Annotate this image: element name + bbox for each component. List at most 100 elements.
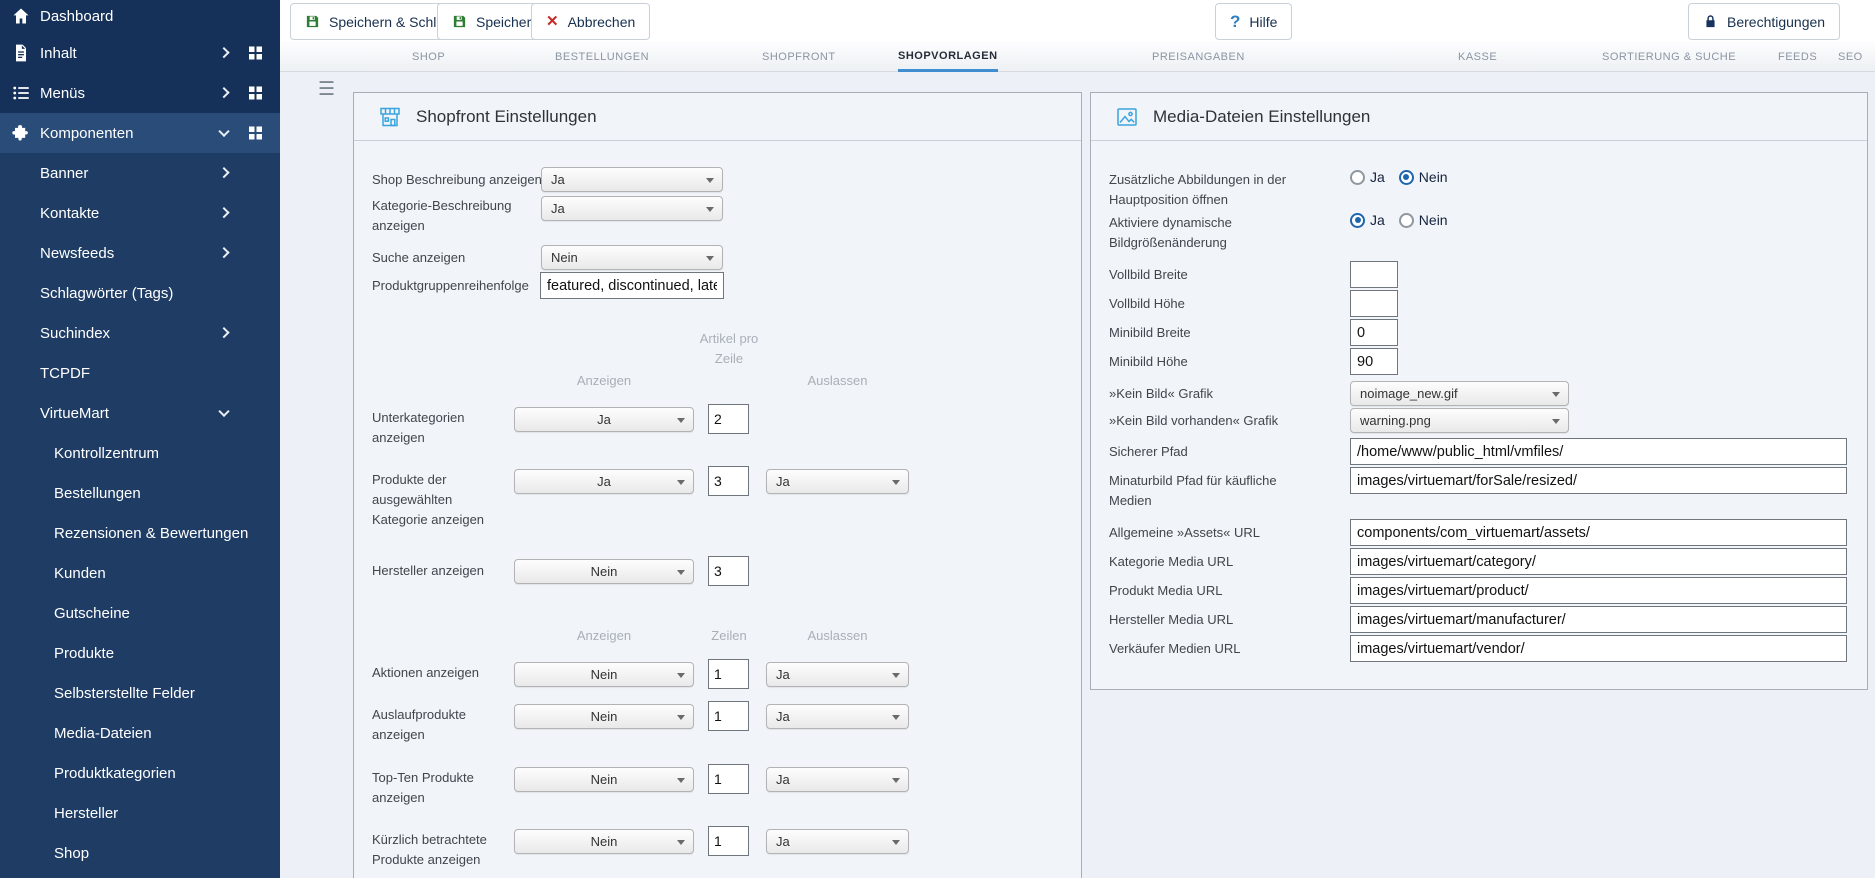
sidebar-item-schlagwoerter[interactable]: Schlagwörter (Tags) (0, 273, 280, 313)
radio-selected-icon (1399, 170, 1414, 185)
shop-desc-select[interactable]: Ja (541, 167, 723, 192)
sidebar-item-banner[interactable]: Banner (0, 153, 280, 193)
product-media-url-input[interactable] (1350, 577, 1847, 604)
select-arrow-icon (892, 673, 900, 678)
sidebar-item-inhalt[interactable]: Inhalt (0, 33, 280, 73)
forsale-thumb-path-input[interactable] (1350, 467, 1847, 494)
category-products-omit-select[interactable]: Ja (766, 469, 909, 494)
recent-omit-select[interactable]: Ja (766, 829, 909, 854)
tab-kasse[interactable]: KASSE (1458, 42, 1497, 72)
category-media-url-input[interactable] (1350, 548, 1847, 575)
select-arrow-icon (892, 840, 900, 845)
sidebar-item-label: Bestellungen (0, 485, 141, 502)
manufacturer-show-select[interactable]: Nein (514, 559, 694, 584)
category-products-per-row-input[interactable] (708, 466, 749, 496)
tab-shopvorlagen[interactable]: SHOPVORLAGEN (898, 42, 998, 72)
lock-icon (1703, 14, 1718, 29)
subcategories-per-row-input[interactable] (708, 404, 749, 434)
sidebar-item-hersteller[interactable]: Hersteller (0, 793, 280, 833)
sidebar-item-gutscheine[interactable]: Gutscheine (0, 593, 280, 633)
sidebar-item-selbsterstellte-felder[interactable]: Selbsterstellte Felder (0, 673, 280, 713)
topten-rows-input[interactable] (708, 764, 749, 794)
sidebar-item-rezensionen[interactable]: Rezensionen & Bewertungen (0, 513, 280, 553)
fullimage-height-input[interactable] (1350, 290, 1398, 317)
assets-url-input[interactable] (1350, 519, 1847, 546)
sidebar-item-suchindex[interactable]: Suchindex (0, 313, 280, 353)
sidebar-item-komponenten[interactable]: Komponenten (0, 113, 280, 153)
thumbnail-width-input[interactable] (1350, 319, 1398, 346)
sidebar-item-tcpdf[interactable]: TCPDF (0, 353, 280, 393)
discontinued-omit-select[interactable]: Ja (766, 704, 909, 729)
topten-omit-select[interactable]: Ja (766, 767, 909, 792)
no-image-select[interactable]: noimage_new.gif (1350, 381, 1569, 406)
content-file-icon (11, 43, 31, 63)
sidebar-item-kunden[interactable]: Kunden (0, 553, 280, 593)
grid-icon[interactable] (249, 87, 262, 100)
category-desc-select[interactable]: Ja (541, 196, 723, 221)
sidebar-item-produkte[interactable]: Produkte (0, 633, 280, 673)
promotions-omit-select[interactable]: Ja (766, 662, 909, 687)
chevron-down-icon (218, 406, 229, 417)
tab-shopfront[interactable]: SHOPFRONT (762, 42, 836, 72)
help-button[interactable]: ? Hilfe (1215, 3, 1292, 40)
sidebar-item-bestellungen[interactable]: Bestellungen (0, 473, 280, 513)
sidebar-item-menus[interactable]: Menüs (0, 73, 280, 113)
fullimage-width-input[interactable] (1350, 261, 1398, 288)
sidebar-toggle-icon[interactable]: ☰ (318, 78, 335, 101)
select-arrow-icon (677, 715, 685, 720)
select-arrow-icon (677, 840, 685, 845)
permissions-button[interactable]: Berechtigungen (1688, 3, 1840, 40)
image-missing-select[interactable]: warning.png (1350, 408, 1569, 433)
sidebar-item-label: Produktkategorien (0, 765, 176, 782)
sidebar-item-media-dateien[interactable]: Media-Dateien (0, 713, 280, 753)
discontinued-show-select[interactable]: Nein (514, 704, 694, 729)
promotions-rows-input[interactable] (708, 659, 749, 689)
select-arrow-icon (677, 570, 685, 575)
discontinued-rows-input[interactable] (708, 701, 749, 731)
sidebar-item-label: Kontrollzentrum (0, 445, 159, 462)
sidebar-item-virtuemart[interactable]: VirtueMart (0, 393, 280, 433)
radio-ja[interactable]: Ja (1350, 212, 1385, 228)
grid-icon[interactable] (249, 127, 262, 140)
chevron-right-icon (218, 247, 229, 258)
recent-show-select[interactable]: Nein (514, 829, 694, 854)
thumbnail-height-input[interactable] (1350, 348, 1398, 375)
sidebar-item-kontakte[interactable]: Kontakte (0, 193, 280, 233)
vendor-media-url-input[interactable] (1350, 635, 1847, 662)
sidebar-item-label: Media-Dateien (0, 725, 152, 742)
radio-ja[interactable]: Ja (1350, 169, 1385, 185)
tab-shop[interactable]: SHOP (412, 42, 445, 72)
sidebar-item-kontrollzentrum[interactable]: Kontrollzentrum (0, 433, 280, 473)
radio-nein[interactable]: Nein (1399, 169, 1448, 185)
manufacturer-per-row-input[interactable] (708, 556, 749, 586)
tab-bestellungen[interactable]: BESTELLUNGEN (555, 42, 649, 72)
search-show-select[interactable]: Nein (541, 245, 723, 270)
promotions-show-select[interactable]: Nein (514, 662, 694, 687)
recent-rows-input[interactable] (708, 826, 749, 856)
radio-nein[interactable]: Nein (1399, 212, 1448, 228)
cancel-button[interactable]: ✕ Abbrechen (531, 3, 650, 40)
sidebar-item-produktkategorien[interactable]: Produktkategorien (0, 753, 280, 793)
tab-preisangaben[interactable]: PREISANGABEN (1152, 42, 1245, 72)
sidebar-item-dashboard[interactable]: Dashboard (0, 0, 280, 36)
select-arrow-icon (677, 418, 685, 423)
topten-show-select[interactable]: Nein (514, 767, 694, 792)
field-label: Minaturbild Pfad für käufliche Medien (1109, 471, 1319, 511)
secure-path-input[interactable] (1350, 438, 1847, 465)
sidebar-item-newsfeeds[interactable]: Newsfeeds (0, 233, 280, 273)
field-label: Suche anzeigen (372, 248, 542, 268)
select-arrow-icon (1552, 419, 1560, 424)
tab-feeds[interactable]: FEEDS (1778, 42, 1817, 72)
sidebar-item-shop[interactable]: Shop (0, 833, 280, 873)
field-label: Verkäufer Medien URL (1109, 639, 1339, 659)
grid-icon[interactable] (249, 47, 262, 60)
virtuemart-config-page: Dashboard Inhalt Menüs Komponenten Banne… (0, 0, 1875, 878)
manufacturer-media-url-input[interactable] (1350, 606, 1847, 633)
chevron-right-icon (218, 207, 229, 218)
tab-sortierung-suche[interactable]: SORTIERUNG & SUCHE (1602, 42, 1736, 72)
subcategories-show-select[interactable]: Ja (514, 407, 694, 432)
category-products-show-select[interactable]: Ja (514, 469, 694, 494)
field-label: Minibild Höhe (1109, 352, 1329, 372)
tab-seo[interactable]: SEO (1838, 42, 1863, 72)
product-group-order-input[interactable] (540, 272, 724, 299)
